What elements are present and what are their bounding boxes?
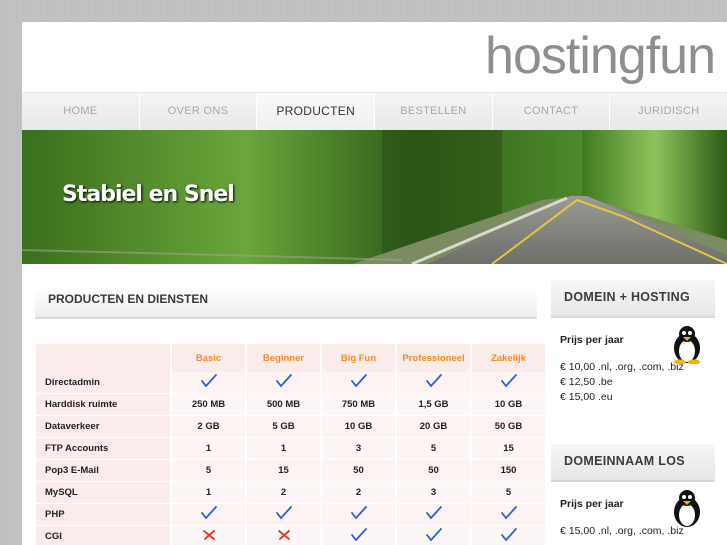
check-icon: [246, 503, 322, 526]
check-icon: [171, 372, 247, 394]
price-line: € 15,00 .eu: [560, 391, 613, 403]
check-icon: [171, 503, 247, 526]
table-cell: 3: [321, 437, 397, 460]
cross-icon: [246, 525, 322, 545]
sidebar-title: DOMEIN + HOSTING: [551, 280, 715, 318]
table-cell: 50: [321, 459, 397, 482]
table-row: Harddisk ruimte 250 MB 500 MB 750 MB 1,5 GB 1…: [36, 393, 547, 416]
main-content: PRODUCTEN EN DIENSTEN: [35, 287, 537, 319]
table-cell: 150: [471, 459, 547, 482]
table-cell: 250 MB: [171, 393, 247, 416]
check-icon: [246, 372, 322, 394]
table-cell: 1,5 GB: [396, 393, 472, 416]
check-icon: [396, 503, 472, 526]
table-row: Directadmin: [36, 372, 547, 394]
table-cell: 3: [396, 481, 472, 504]
table-cell: 10 GB: [321, 415, 397, 438]
table-corner: [36, 344, 172, 372]
row-label: Pop3 E-Mail: [36, 459, 172, 482]
sidebar-body: Prijs per jaar € 15,00 .nl, .org, .com, …: [551, 482, 715, 539]
nav-item-over-ons[interactable]: OVER ONS: [140, 93, 258, 131]
table-cell: 5: [171, 459, 247, 482]
nav-item-juridisch[interactable]: JURIDISCH: [610, 93, 727, 131]
sidebar-domain-hosting: DOMEIN + HOSTING Prijs per jaar € 10,00 …: [551, 280, 715, 405]
tux-icon: [674, 326, 700, 364]
site-logo[interactable]: hostingfun: [485, 26, 716, 86]
table-row: CGI: [36, 525, 547, 545]
check-icon: [396, 372, 472, 394]
nav-item-home[interactable]: HOME: [22, 93, 140, 131]
check-icon: [471, 372, 547, 394]
sidebar-title: DOMEINNAAM LOS: [551, 444, 715, 482]
column-header-professioneel: Professioneel: [396, 344, 472, 372]
main-navigation: HOME OVER ONS PRODUCTEN BESTELLEN CONTAC…: [22, 92, 727, 131]
table-cell: 500 MB: [246, 393, 322, 416]
row-label: PHP: [36, 503, 172, 526]
table-cell: 2: [246, 481, 322, 504]
nav-item-contact[interactable]: CONTACT: [493, 93, 611, 131]
table-cell: 2 GB: [171, 415, 247, 438]
row-label: MySQL: [36, 481, 172, 504]
row-label: FTP Accounts: [36, 437, 172, 460]
table-cell: 5: [396, 437, 472, 460]
table-cell: 10 GB: [471, 393, 547, 416]
table-cell: 1: [246, 437, 322, 460]
table-row: Pop3 E-Mail 5 15 50 50 150: [36, 459, 547, 482]
cross-icon: [171, 525, 247, 545]
table-cell: 15: [471, 437, 547, 460]
column-header-basic: Basic: [171, 344, 247, 372]
table-cell: 15: [246, 459, 322, 482]
table-row: Dataverkeer 2 GB 5 GB 10 GB 20 GB 50 GB: [36, 415, 547, 438]
table-cell: 1: [171, 437, 247, 460]
row-label: Dataverkeer: [36, 415, 172, 438]
tux-icon: [674, 490, 700, 527]
table-cell: 5 GB: [246, 415, 322, 438]
check-icon: [321, 503, 397, 526]
row-label: Harddisk ruimte: [36, 393, 172, 416]
table-row: MySQL 1 2 2 3 5: [36, 481, 547, 504]
sidebar-body: Prijs per jaar € 10,00 .nl, .org, .com, …: [551, 318, 715, 405]
check-icon: [321, 525, 397, 545]
column-header-beginner: Beginner: [246, 344, 322, 372]
row-label: CGI: [36, 525, 172, 545]
table-cell: 50 GB: [471, 415, 547, 438]
column-header-zakelijk: Zakelijk: [471, 344, 547, 372]
table-cell: 20 GB: [396, 415, 472, 438]
check-icon: [471, 525, 547, 545]
check-icon: [396, 525, 472, 545]
table-row: FTP Accounts 1 1 3 5 15: [36, 437, 547, 460]
banner-slogan: Stabiel en Snel: [62, 182, 235, 207]
check-icon: [471, 503, 547, 526]
column-header-big-fun: Big Fun: [321, 344, 397, 372]
header-banner: Stabiel en Snel: [22, 130, 727, 264]
price-line: € 12,50 .be: [560, 376, 613, 388]
table-row: PHP: [36, 503, 547, 526]
sidebar-domeinnaam-los: DOMEINNAAM LOS Prijs per jaar € 15,00 .n…: [551, 444, 715, 539]
page-container: hostingfun HOME OVER ONS PRODUCTEN BESTE…: [22, 22, 727, 545]
section-title: PRODUCTEN EN DIENSTEN: [35, 287, 537, 319]
check-icon: [321, 372, 397, 394]
product-table: Basic Beginner Big Fun Professioneel Zak…: [36, 344, 547, 545]
nav-item-producten[interactable]: PRODUCTEN: [257, 93, 376, 131]
nav-item-bestellen[interactable]: BESTELLEN: [375, 93, 493, 131]
table-cell: 5: [471, 481, 547, 504]
row-label: Directadmin: [36, 372, 172, 394]
table-cell: 1: [171, 481, 247, 504]
table-cell: 50: [396, 459, 472, 482]
table-cell: 750 MB: [321, 393, 397, 416]
table-cell: 2: [321, 481, 397, 504]
